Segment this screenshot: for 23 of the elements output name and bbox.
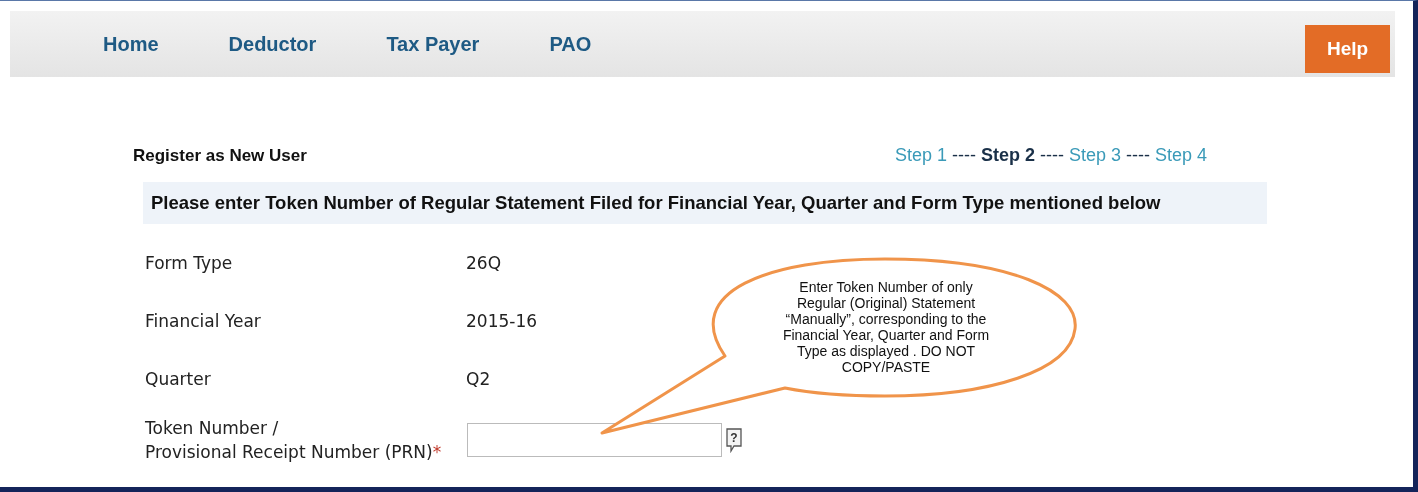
- field-value: 26Q: [466, 253, 501, 273]
- field-label: Form Type: [145, 253, 234, 273]
- callout-text: Enter Token Number of only Regular (Original) Statement “Manually”, corresponding to the Financial Year, Quarter and Form Type as displayed . DO NOT COPY/PASTE: [781, 279, 991, 375]
- nav-link[interactable]: Deductor: [228, 32, 317, 56]
- nav-link[interactable]: PAO: [549, 32, 592, 56]
- field-label: Token Number / Provisional Receipt Number (PRN)*: [145, 417, 443, 464]
- help-button[interactable]: Help: [1305, 25, 1390, 73]
- help-icon[interactable]: ?: [725, 427, 743, 453]
- instruction-bar: Please enter Token Number of Regular Statement Filed for Financial Year, Quarter and Form Type mentioned below: [143, 182, 1267, 224]
- field-label: Financial Year: [145, 311, 262, 331]
- field-label: Quarter: [145, 369, 212, 389]
- step-separator: ----: [951, 145, 976, 166]
- field-value: Q2: [466, 369, 491, 389]
- step-link[interactable]: Step 2: [980, 145, 1035, 166]
- step-link[interactable]: Step 3: [1068, 145, 1121, 166]
- step-separator: ----: [1125, 145, 1150, 166]
- step-separator: ----: [1039, 145, 1064, 166]
- nav-link[interactable]: Home: [103, 32, 159, 56]
- step-link[interactable]: Step 1: [894, 145, 947, 166]
- field-value: 2015-16: [466, 311, 538, 331]
- page-title: Register as New User: [133, 146, 307, 166]
- nav-link[interactable]: Tax Payer: [386, 32, 480, 56]
- step-link[interactable]: Step 4: [1154, 145, 1207, 166]
